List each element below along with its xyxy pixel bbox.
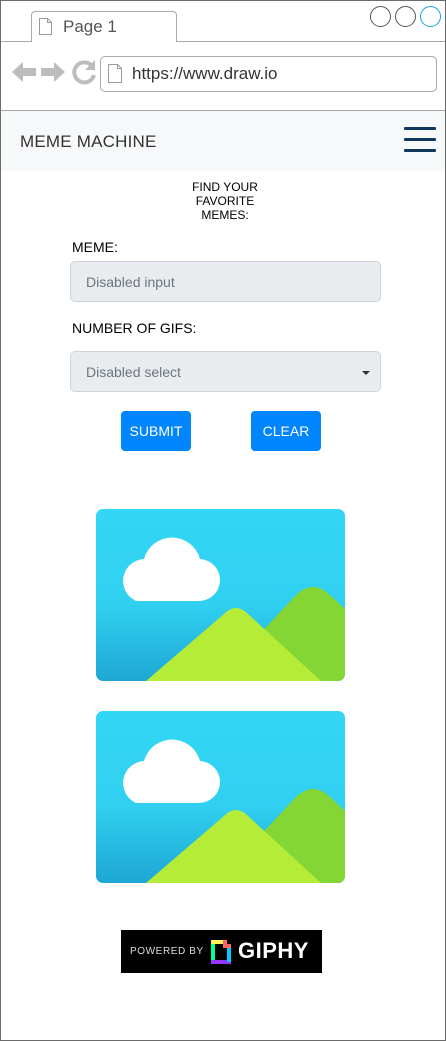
url-text: https://www.draw.io [132,64,278,83]
browser-window: Page 1 https://www.draw.io MEME MACHINE [0,0,446,1041]
refresh-icon[interactable] [71,59,97,85]
select-value: Disabled select [86,363,181,380]
meme-label: MEME: [72,239,118,255]
meme-input[interactable]: Disabled input [70,261,381,302]
giphy-wordmark: GIPHY [238,938,309,963]
app-brand[interactable]: MEME MACHINE [20,132,157,152]
browser-address-bar: https://www.draw.io [1,42,445,111]
heading-line: MEMES: [201,208,249,222]
heading-line: FIND YOUR [192,180,258,194]
window-maximize-button[interactable] [395,6,416,27]
number-of-gifs-select[interactable]: Disabled select [70,351,381,392]
window-close-button[interactable] [420,6,441,27]
back-arrow-icon[interactable] [11,59,37,85]
window-minimize-button[interactable] [370,6,391,27]
url-field[interactable]: https://www.draw.io [100,56,437,92]
image-placeholder-icon [96,711,345,883]
powered-by-text: POWERED BY [130,946,204,957]
gif-result-image [96,509,345,681]
submit-button[interactable]: SUBMIT [121,411,191,451]
app-navbar: MEME MACHINE [1,111,445,171]
number-of-gifs-label: NUMBER OF GIFS: [72,320,197,336]
chevron-down-icon [362,371,370,375]
page-heading: FIND YOUR FAVORITE MEMES: [175,180,275,222]
browser-tab[interactable]: Page 1 [31,11,177,43]
meme-input-placeholder: Disabled input [86,273,175,290]
heading-line: FAVORITE [195,194,255,208]
page-icon [108,64,122,83]
page-icon [39,18,52,35]
giphy-logo-icon [211,940,231,964]
browser-tab-bar: Page 1 [1,1,445,43]
gif-result-image [96,711,345,883]
tab-title: Page 1 [63,17,117,36]
clear-button[interactable]: CLEAR [251,411,321,451]
forward-arrow-icon[interactable] [40,59,66,85]
powered-by-giphy-badge[interactable]: POWERED BY GIPHY [121,930,322,973]
image-placeholder-icon [96,509,345,681]
hamburger-menu-icon[interactable] [404,126,436,154]
